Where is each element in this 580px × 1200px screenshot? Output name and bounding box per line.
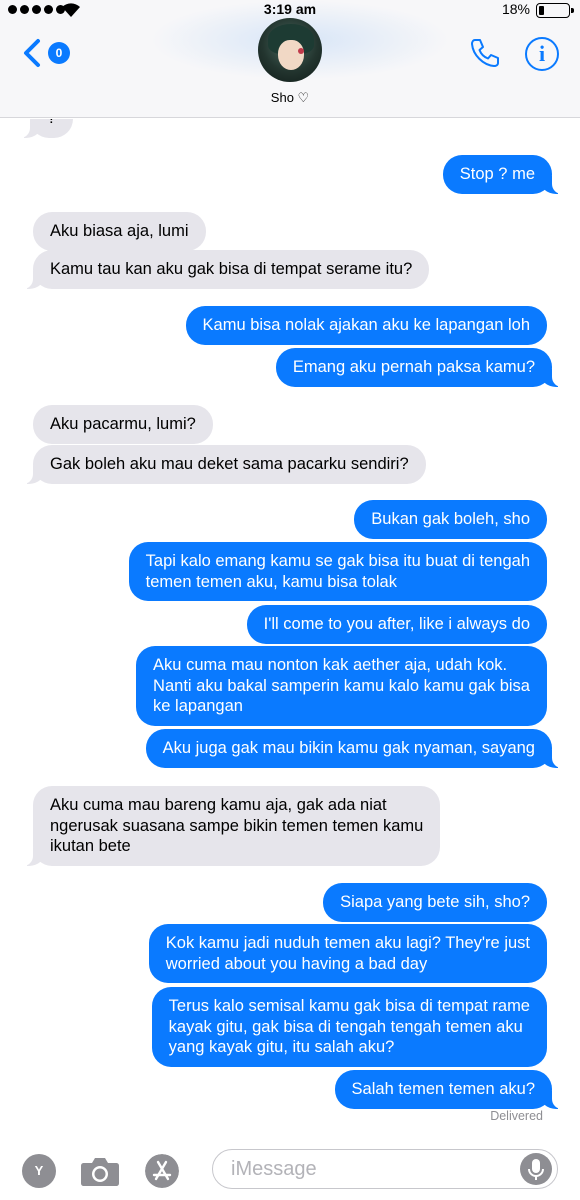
- compose-bar: Y iMessage: [0, 1137, 580, 1200]
- message-text: Tapi kalo emang kamu se gak bisa itu bua…: [145, 552, 530, 591]
- message-text: Gak boleh aku mau deket sama pacarku sen…: [50, 455, 409, 473]
- camera-icon[interactable]: [80, 1155, 120, 1187]
- message-text: Bukan gak boleh, sho: [371, 510, 530, 528]
- imessage-input[interactable]: iMessage: [212, 1149, 558, 1189]
- message-bubble-outgoing[interactable]: Emang aku pernah paksa kamu?: [275, 348, 563, 387]
- microphone-icon: [528, 1159, 544, 1180]
- message-text: Siapa yang bete sih, sho?: [340, 893, 530, 911]
- unread-badge: 0: [48, 42, 70, 64]
- message-text: Aku cuma mau bareng kamu aja, gak ada ni…: [50, 796, 424, 855]
- delivered-status: Delivered: [490, 1109, 543, 1123]
- avatar-accent: [298, 48, 304, 54]
- message-text: Aku pacarmu, lumi?: [50, 415, 196, 433]
- message-text: Salah temen temen aku?: [351, 1080, 535, 1098]
- chevron-left-icon: [24, 39, 40, 67]
- message-bubble-outgoing[interactable]: Stop ? me: [442, 155, 563, 194]
- info-icon[interactable]: i: [525, 37, 559, 71]
- microphone-button[interactable]: [520, 1153, 552, 1185]
- status-bar: 3:19 am 18%: [0, 0, 580, 22]
- message-bubble-outgoing[interactable]: Aku cuma mau nonton kak aether aja, udah…: [136, 646, 547, 726]
- message-bubble-incoming[interactable]: Aku biasa aja, lumi: [33, 212, 206, 251]
- message-thread[interactable]: ? Stop ? me Aku biasa aja, lumi Kamu tau…: [0, 119, 580, 1137]
- message-bubble-outgoing[interactable]: I'll come to you after, like i always do: [246, 605, 547, 644]
- apps-button-label: Y: [34, 1163, 44, 1178]
- message-bubble-outgoing[interactable]: Bukan gak boleh, sho: [354, 500, 547, 539]
- message-bubble-incoming[interactable]: Aku pacarmu, lumi?: [33, 405, 213, 444]
- message-bubble-outgoing[interactable]: Salah temen temen aku?: [334, 1070, 563, 1109]
- apps-button[interactable]: Y: [22, 1154, 56, 1188]
- battery-percent: 18%: [501, 1, 530, 17]
- message-bubble-outgoing[interactable]: Kok kamu jadi nuduh temen aku lagi? They…: [148, 924, 547, 983]
- message-text: Aku biasa aja, lumi: [50, 222, 189, 240]
- message-text: I'll come to you after, like i always do: [263, 615, 530, 633]
- message-bubble-outgoing[interactable]: Aku juga gak mau bikin kamu gak nyaman, …: [145, 729, 563, 768]
- message-text: Stop ? me: [459, 165, 535, 183]
- app-store-icon[interactable]: [145, 1154, 179, 1188]
- phone-icon[interactable]: [468, 36, 502, 70]
- message-bubble-outgoing[interactable]: Siapa yang bete sih, sho?: [323, 883, 547, 922]
- status-time: 3:19 am: [263, 1, 317, 17]
- message-bubble-incoming[interactable]: Gak boleh aku mau deket sama pacarku sen…: [23, 445, 426, 484]
- message-bubble-outgoing[interactable]: Kamu bisa nolak ajakan aku ke lapangan l…: [185, 306, 547, 345]
- message-bubble-incoming[interactable]: Kamu tau kan aku gak bisa di tempat sera…: [22, 250, 430, 289]
- back-button[interactable]: 0: [20, 38, 70, 68]
- contact-name[interactable]: Sho ♡: [0, 90, 580, 106]
- message-text: Kok kamu jadi nuduh temen aku lagi? They…: [165, 934, 530, 973]
- message-bubble-outgoing[interactable]: Tapi kalo emang kamu se gak bisa itu bua…: [128, 542, 547, 601]
- battery-level: [539, 6, 544, 15]
- contact-avatar[interactable]: [258, 18, 322, 82]
- battery-icon: [536, 3, 574, 18]
- message-bubble-incoming[interactable]: ?: [19, 119, 74, 138]
- message-bubble-outgoing[interactable]: Terus kalo semisal kamu gak bisa di temp…: [151, 987, 547, 1067]
- message-text: Aku juga gak mau bikin kamu gak nyaman, …: [162, 739, 535, 757]
- message-text: Kamu bisa nolak ajakan aku ke lapangan l…: [202, 316, 530, 334]
- message-text: ?: [47, 119, 56, 127]
- avatar-face: [278, 40, 304, 70]
- message-text: Kamu tau kan aku gak bisa di tempat sera…: [50, 260, 413, 278]
- message-text: Emang aku pernah paksa kamu?: [292, 358, 535, 376]
- message-text: Terus kalo semisal kamu gak bisa di temp…: [168, 997, 530, 1056]
- message-bubble-incoming[interactable]: Aku cuma mau bareng kamu aja, gak ada ni…: [22, 786, 441, 866]
- message-text: Aku cuma mau nonton kak aether aja, udah…: [153, 656, 530, 715]
